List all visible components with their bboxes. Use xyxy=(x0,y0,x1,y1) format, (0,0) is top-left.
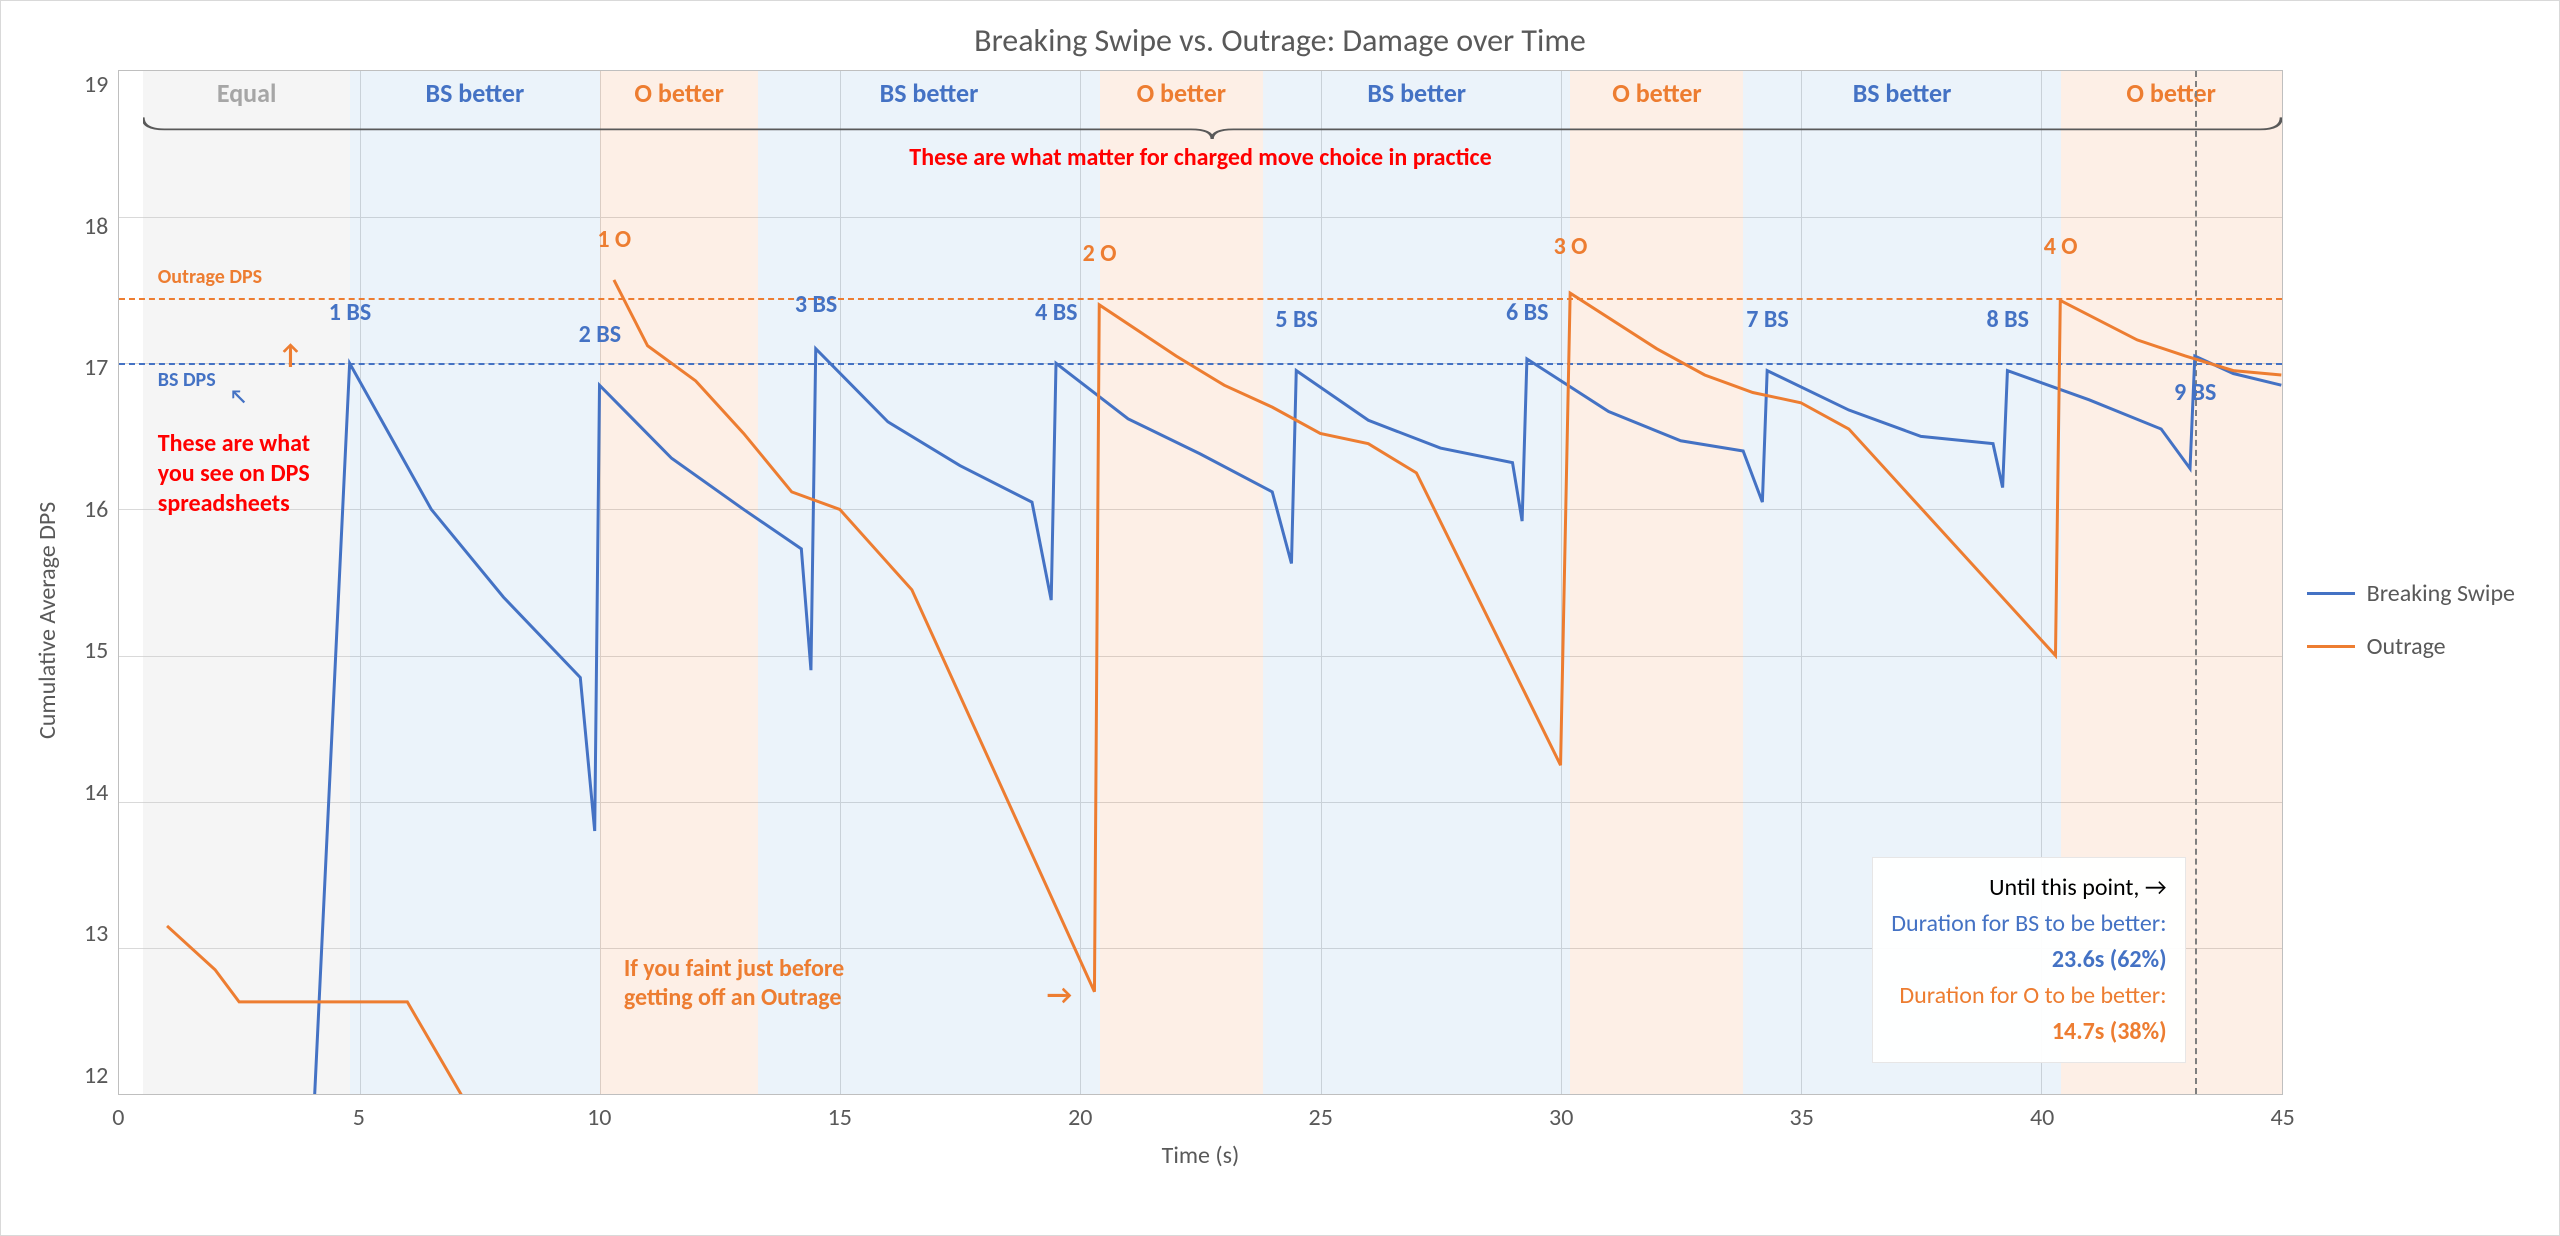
y-axis-ticks: 1918171615141312 xyxy=(74,70,118,1090)
legend-label-bs: Breaking Swipe xyxy=(2367,579,2515,608)
chart-container: Breaking Swipe vs. Outrage: Damage over … xyxy=(0,0,2560,1236)
peak-label: 2 O xyxy=(1083,239,1117,268)
legend-item-bs: Breaking Swipe xyxy=(2307,579,2515,608)
peak-label: 4 O xyxy=(2044,232,2078,261)
x-axis-ticks: 051015202530354045 xyxy=(118,1103,2282,1133)
legend-swatch-blue xyxy=(2307,592,2355,595)
annotation-faint-outrage: If you faint just before getting off an … xyxy=(624,955,844,1013)
annotation-dps-spreadsheets: These are what you see on DPS spreadshee… xyxy=(158,429,310,519)
peak-label: 8 BS xyxy=(1987,305,2029,334)
peak-label: 3 O xyxy=(1554,232,1588,261)
legend-label-outrage: Outrage xyxy=(2367,632,2446,661)
peak-label: 5 BS xyxy=(1275,305,1317,334)
arrow-up-orange: ↑ xyxy=(278,337,303,372)
chart-title: Breaking Swipe vs. Outrage: Damage over … xyxy=(21,21,2539,60)
peak-label: 9 BS xyxy=(2174,378,2216,407)
peak-label: 3 BS xyxy=(795,290,837,319)
peak-label: 7 BS xyxy=(1746,305,1788,334)
legend-swatch-orange xyxy=(2307,645,2355,648)
legend-item-outrage: Outrage xyxy=(2307,632,2515,661)
peak-label: 1 O xyxy=(597,225,631,254)
peak-label: 2 BS xyxy=(579,320,621,349)
arrow-blue-small: ↖ xyxy=(230,385,247,409)
y-axis-label: Cumulative Average DPS xyxy=(21,70,74,1170)
peak-label: 1 BS xyxy=(329,298,371,327)
peak-label: 6 BS xyxy=(1506,298,1548,327)
legend: Breaking Swipe Outrage xyxy=(2283,70,2539,1170)
duration-callout: Until this point, →Duration for BS to be… xyxy=(1872,857,2185,1063)
peak-label: 4 BS xyxy=(1035,298,1077,327)
annotation-top-practice: These are what matter for charged move c… xyxy=(909,143,1491,172)
plot-area: EqualBS betterO betterBS betterO betterB… xyxy=(118,70,2282,1095)
x-axis-label: Time (s) xyxy=(118,1141,2282,1170)
arrow-right-orange: → xyxy=(1047,977,1072,1012)
